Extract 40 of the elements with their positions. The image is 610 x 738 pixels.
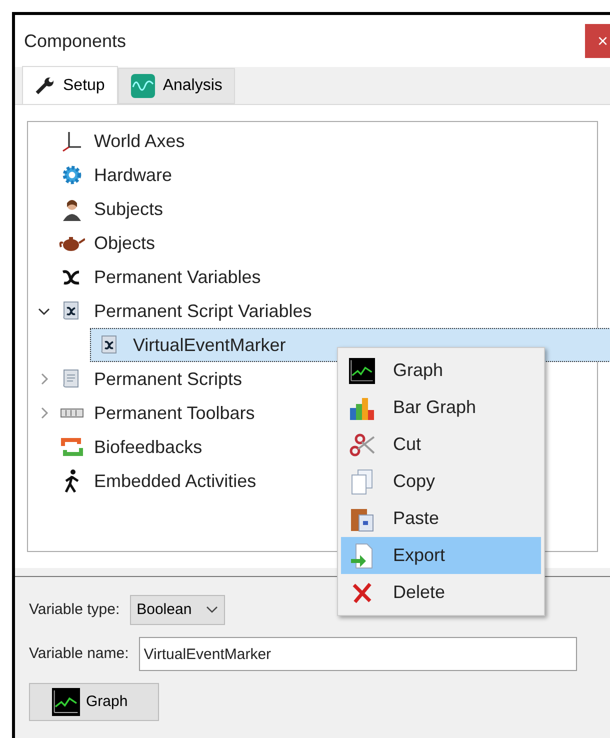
tree-item[interactable]: World Axes (34, 124, 189, 158)
tree-item[interactable]: Subjects (34, 192, 168, 226)
tree-item[interactable]: Hardware (34, 158, 176, 192)
variable-name-field[interactable]: VirtualEventMarker (138, 637, 577, 671)
person-icon (61, 197, 83, 221)
tree-item[interactable]: Permanent Toolbars (34, 396, 259, 430)
wrench-icon (35, 76, 55, 94)
menu-item[interactable]: Paste (341, 500, 541, 537)
tree-item[interactable]: Embedded Activities (34, 464, 260, 498)
delete-icon (351, 582, 373, 604)
gear-icon (61, 164, 83, 186)
tree-item[interactable]: Permanent Scripts (34, 362, 246, 396)
field-label: Variable name: (29, 644, 129, 664)
toolbar-icon (60, 408, 84, 418)
tab[interactable]: Setup (22, 66, 118, 104)
close-button[interactable]: × (585, 24, 610, 58)
copy-icon (350, 468, 374, 494)
menu-item[interactable]: Cut (341, 426, 541, 463)
cycle-icon (60, 436, 84, 458)
tab[interactable]: Analysis (118, 68, 236, 104)
tree-item[interactable]: Biofeedbacks (34, 430, 206, 464)
menu-item[interactable]: Copy (341, 463, 541, 500)
caret-icon (206, 606, 218, 614)
tree-item[interactable]: Permanent Script Variables (34, 294, 316, 328)
graph-icon (349, 358, 375, 384)
scissors-icon (349, 432, 375, 456)
export-icon (350, 542, 374, 568)
waveform-icon (130, 74, 155, 98)
variable-type-dropdown[interactable]: Boolean (130, 595, 225, 625)
menu-item[interactable]: Delete (341, 574, 541, 611)
bar-chart-icon (349, 396, 375, 420)
tree-item[interactable]: Objects (34, 226, 160, 260)
window-title: Components (24, 30, 126, 53)
menu-item[interactable]: Export (341, 537, 541, 574)
menu-item[interactable]: Bar Graph (341, 389, 541, 426)
graph-button[interactable]: Graph (29, 683, 159, 721)
field-label: Variable type: (29, 600, 120, 620)
graph-icon (52, 688, 80, 716)
tree-item[interactable]: Permanent Variables (34, 260, 265, 294)
axes-icon (60, 129, 84, 153)
